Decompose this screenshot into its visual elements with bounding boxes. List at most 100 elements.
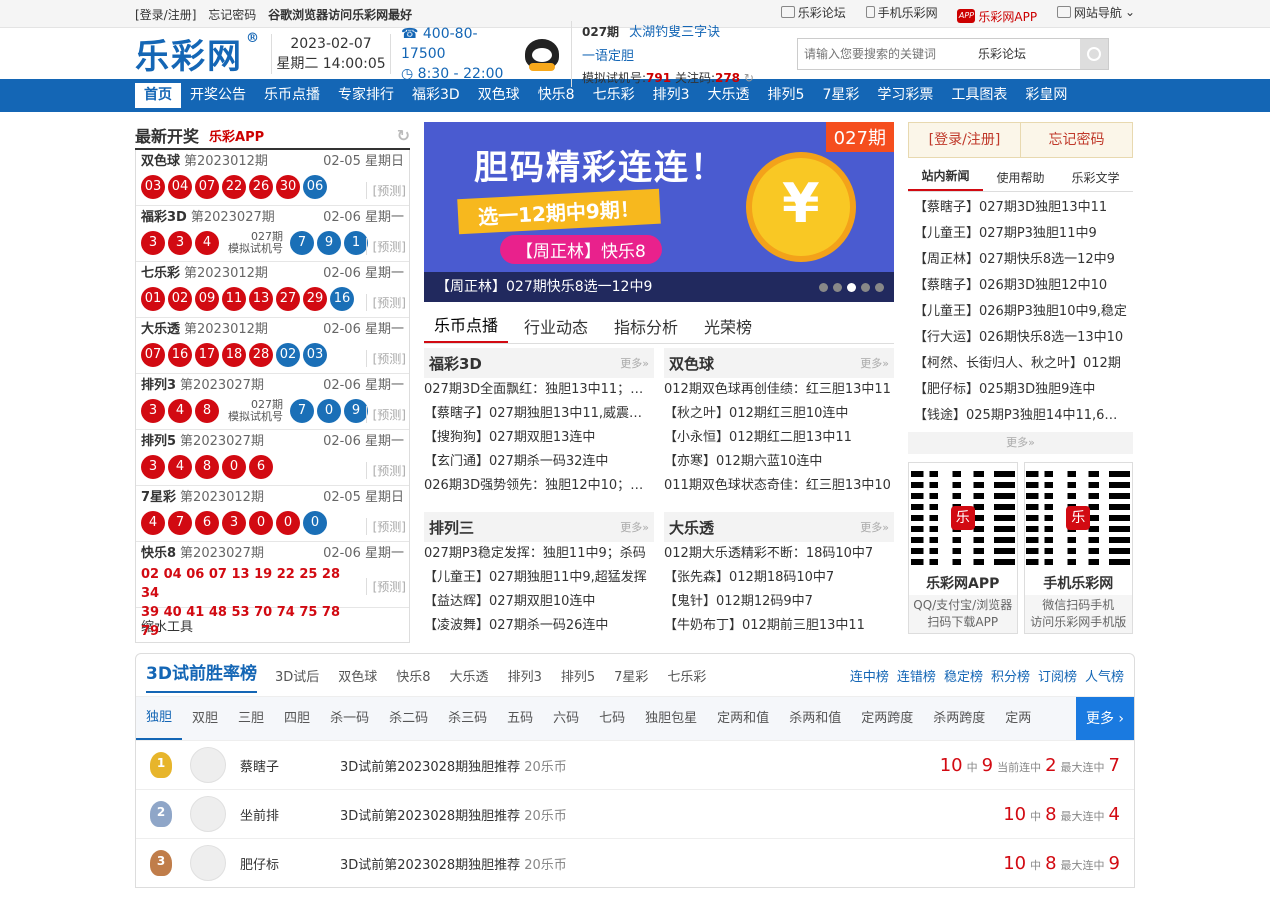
type-tab[interactable]: 定两和值: [707, 699, 779, 739]
forgot-link[interactable]: 忘记密码: [208, 8, 256, 22]
avatar[interactable]: [190, 796, 226, 832]
news-item[interactable]: 【秋之叶】012期红三胆10连中: [664, 402, 894, 426]
side-tab[interactable]: 站内新闻: [908, 167, 983, 191]
tab[interactable]: 光荣榜: [694, 314, 762, 343]
predict-link[interactable]: [预测]: [365, 578, 406, 595]
game-tab[interactable]: 7星彩: [614, 666, 648, 685]
news-item[interactable]: 【鬼针】012期12码9中7: [664, 590, 894, 614]
expert-name[interactable]: 肥仔标: [240, 854, 340, 873]
nav-item[interactable]: 大乐透: [699, 83, 759, 108]
nav-item[interactable]: 7星彩: [813, 83, 868, 108]
tab[interactable]: 乐币点播: [424, 312, 509, 343]
list-link[interactable]: 连中榜: [850, 666, 889, 685]
list-link[interactable]: 积分榜: [991, 666, 1030, 685]
lottery-name[interactable]: 排列3: [141, 376, 176, 396]
side-tab[interactable]: 使用帮助: [983, 169, 1058, 191]
avatar[interactable]: [190, 747, 226, 783]
news-item[interactable]: 【儿童王】026期P3独胆10中9,稳定: [914, 299, 1127, 325]
nav-item[interactable]: 乐币点播: [255, 83, 329, 108]
predict-link[interactable]: [预测]: [365, 518, 406, 535]
type-tab[interactable]: 四胆: [274, 699, 320, 739]
game-tab[interactable]: 排列5: [561, 666, 595, 685]
lottery-name[interactable]: 快乐8: [141, 544, 176, 564]
news-item[interactable]: 011期双色球状态奇佳：红三胆13中10: [664, 474, 894, 498]
nav-item[interactable]: 工具图表: [942, 83, 1016, 108]
forgot-button[interactable]: 忘记密码: [1020, 123, 1132, 157]
lottery-name[interactable]: 排列5: [141, 432, 176, 452]
news-item[interactable]: 【肥仔标】025期3D独胆9连中: [914, 377, 1127, 403]
site-logo[interactable]: 乐彩网 ®: [135, 29, 269, 78]
news-item[interactable]: 【蔡瞎子】026期3D独胆12中10: [914, 273, 1127, 299]
refresh-icon[interactable]: ↻: [397, 126, 410, 145]
list-link[interactable]: 连错榜: [897, 666, 936, 685]
news-item[interactable]: 【牛奶布丁】012期前三胆13中11: [664, 614, 894, 638]
rank-row[interactable]: 1 蔡瞎子 3D试前第2023028期独胆推荐 20乐币 10 中 9 当前连中 2 最大连中 7: [136, 740, 1134, 789]
nav-item[interactable]: 双色球: [469, 83, 529, 108]
predict-link[interactable]: [预测]: [365, 294, 406, 311]
lottery-name[interactable]: 福彩3D: [141, 208, 187, 228]
nav-item[interactable]: 首页: [135, 83, 181, 108]
lottery-name[interactable]: 7星彩: [141, 488, 176, 508]
news-item[interactable]: 012期大乐透精彩不断：18码10中7: [664, 542, 894, 566]
type-tab[interactable]: 独胆包星: [635, 699, 707, 739]
nav-item[interactable]: 开奖公告: [181, 83, 255, 108]
forum-link[interactable]: 乐彩论坛: [780, 4, 846, 21]
expert-name[interactable]: 坐前排: [240, 805, 340, 824]
predict-link[interactable]: [预测]: [365, 350, 406, 367]
list-link[interactable]: 订阅榜: [1038, 666, 1077, 685]
nav-item[interactable]: 福彩3D: [403, 83, 469, 108]
nav-item[interactable]: 排列5: [759, 83, 814, 108]
news-item[interactable]: 【小永恒】012期红二胆13中11: [664, 426, 894, 450]
predict-link[interactable]: [预测]: [365, 182, 406, 199]
news-item[interactable]: 【玄门通】027期杀一码32连中: [424, 450, 654, 474]
predict-link[interactable]: [预测]: [365, 238, 406, 255]
tab[interactable]: 指标分析: [604, 314, 688, 343]
nav-item[interactable]: 学习彩票: [868, 83, 942, 108]
type-tab[interactable]: 五码: [497, 699, 543, 739]
more-link[interactable]: 更多»: [860, 355, 889, 371]
news-item[interactable]: 【周正林】027期快乐8选一12中9: [914, 247, 1127, 273]
news-item[interactable]: 【益达辉】027期双胆10连中: [424, 590, 654, 614]
news-item[interactable]: 【儿童王】027期P3独胆11中9: [914, 221, 1127, 247]
type-tab[interactable]: 杀二码: [379, 699, 438, 739]
type-tab[interactable]: 杀三码: [438, 699, 497, 739]
search-input[interactable]: [798, 38, 970, 69]
mobile-link[interactable]: 手机乐彩网: [865, 4, 938, 21]
recommend-link[interactable]: 3D试前第2023028期独胆推荐 20乐币: [340, 805, 567, 824]
more-link[interactable]: 更多»: [860, 519, 889, 535]
nav-item[interactable]: 快乐8: [529, 83, 584, 108]
nav-item[interactable]: 排列3: [644, 83, 699, 108]
news-item[interactable]: 【蔡瞎子】027期独胆13中11,威震三军: [424, 402, 654, 426]
rank-row[interactable]: 3 肥仔标 3D试前第2023028期独胆推荐 20乐币 10 中 8 最大连中 9: [136, 838, 1134, 887]
game-tab[interactable]: 七乐彩: [667, 666, 706, 685]
type-tab[interactable]: 双胆: [182, 699, 228, 739]
rank-title[interactable]: 3D试前胜率榜: [146, 657, 257, 693]
tip-link-2[interactable]: 一语定胆: [582, 49, 634, 64]
type-tab[interactable]: 杀一码: [320, 699, 379, 739]
more-types-button[interactable]: 更多 ›: [1076, 697, 1134, 740]
nav-item[interactable]: 彩皇网: [1016, 83, 1076, 108]
lottery-name[interactable]: 大乐透: [141, 320, 180, 340]
game-tab[interactable]: 双色球: [338, 666, 377, 685]
list-link[interactable]: 人气榜: [1085, 666, 1124, 685]
lottery-name[interactable]: 双色球: [141, 152, 180, 172]
news-item[interactable]: 012期双色球再创佳绩：红三胆13中11: [664, 378, 894, 402]
news-item[interactable]: 【儿童王】027期独胆11中9,超猛发挥: [424, 566, 654, 590]
news-item[interactable]: 【凌波舞】027期杀一码26连中: [424, 614, 654, 638]
news-item[interactable]: 【柯然、长街归人、秋之叶】012期: [914, 351, 1127, 377]
recommend-link[interactable]: 3D试前第2023028期独胆推荐 20乐币: [340, 756, 567, 775]
news-item[interactable]: 【蔡瞎子】027期3D独胆13中11: [914, 195, 1127, 221]
type-tab[interactable]: 杀两跨度: [923, 699, 995, 739]
type-tab[interactable]: 杀两和值: [779, 699, 851, 739]
lottery-name[interactable]: 七乐彩: [141, 264, 180, 284]
predict-link[interactable]: [预测]: [365, 406, 406, 423]
type-tab[interactable]: 七码: [589, 699, 635, 739]
list-link[interactable]: 稳定榜: [944, 666, 983, 685]
promo-banner[interactable]: 胆码精彩连连！ 选一12期中9期！ 【周正林】快乐8 027期 【周正林】027…: [424, 122, 894, 302]
news-item[interactable]: 027期P3稳定发挥：独胆11中9；杀码: [424, 542, 654, 566]
type-tab[interactable]: 定两: [995, 699, 1041, 739]
login-button[interactable]: [登录/注册]: [909, 123, 1020, 157]
tab[interactable]: 行业动态: [514, 314, 598, 343]
nav-item[interactable]: 七乐彩: [584, 83, 644, 108]
news-item[interactable]: 【搜狗狗】027期双胆13连中: [424, 426, 654, 450]
